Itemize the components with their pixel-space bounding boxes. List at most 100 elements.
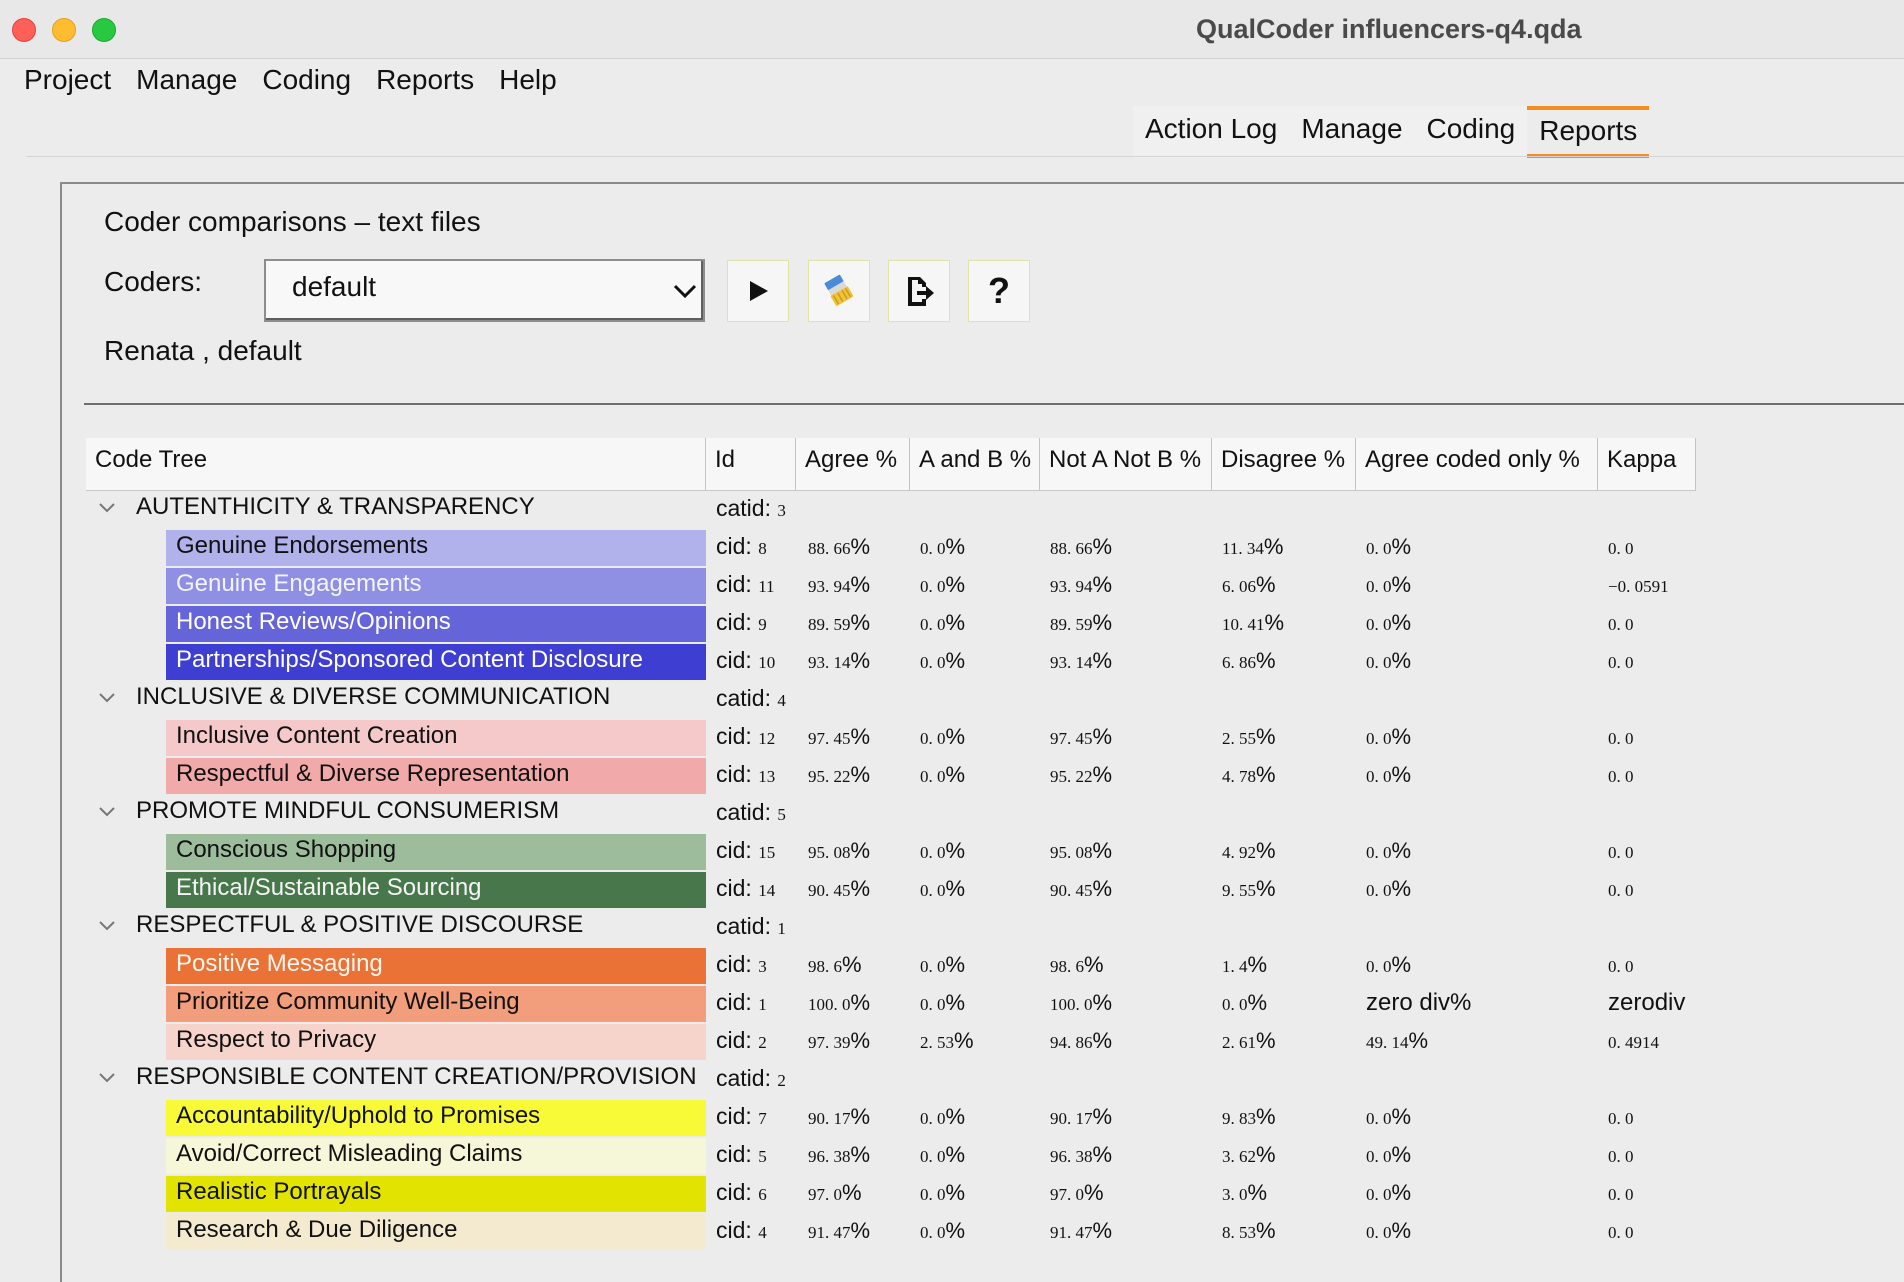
column-header-kappa[interactable]: Kappa — [1598, 438, 1696, 490]
column-header-agree[interactable]: Agree % — [796, 438, 910, 490]
cell-notab: 91. 47% — [1050, 1218, 1113, 1243]
code-id: cid: 5 — [716, 1141, 767, 1167]
cell-agree: 89. 59% — [808, 610, 871, 635]
cell-agree-coded: 0. 0% — [1366, 1218, 1412, 1243]
cell-agree: 88. 66% — [808, 534, 871, 559]
cell-disagree: 6. 06% — [1222, 572, 1276, 597]
column-header-a-and-b[interactable]: A and B % — [910, 438, 1040, 490]
code-row-realistic-portrayals[interactable]: Realistic Portrayals cid: 6 97. 0% 0. 0% 97.… — [86, 1176, 1786, 1214]
category-name: RESPECTFUL & POSITIVE DISCOURSE — [136, 911, 584, 938]
export-button[interactable] — [888, 260, 950, 322]
window-title: QualCoder influencers-q4.qda — [1196, 14, 1582, 44]
tab-coding[interactable]: Coding — [1414, 106, 1528, 158]
code-row-respectful-and-diverse-representation[interactable]: Respectful & Diverse Representation cid: … — [86, 758, 1786, 796]
cell-agree-coded: 0. 0% — [1366, 762, 1412, 787]
code-name: Genuine Engagements — [176, 570, 422, 597]
code-name: Conscious Shopping — [176, 836, 397, 863]
code-id: cid: 15 — [716, 837, 776, 863]
menu-manage[interactable]: Manage — [136, 58, 237, 108]
tab-manage[interactable]: Manage — [1289, 106, 1415, 158]
code-row-genuine-engagements[interactable]: Genuine Engagements cid: 11 93. 94% 0. 0% 93… — [86, 568, 1786, 606]
cell-ab: 0. 0% — [920, 990, 966, 1015]
cell-agree-coded: 0. 0% — [1366, 648, 1412, 673]
category-name: AUTENTHICITY & TRANSPARENCY — [136, 493, 535, 520]
category-id: catid: 4 — [716, 685, 786, 711]
code-row-prioritize-community-well-being[interactable]: Prioritize Community Well-Being cid: 1 100… — [86, 986, 1786, 1024]
chevron-down-icon[interactable] — [98, 918, 116, 932]
menu-help[interactable]: Help — [499, 58, 557, 108]
cell-disagree: 11. 34% — [1222, 534, 1284, 559]
cell-agree: 95. 22% — [808, 762, 871, 787]
cell-kappa: 0. 0 — [1608, 539, 1634, 558]
svg-text:?: ? — [988, 273, 1010, 309]
clear-button[interactable] — [808, 260, 870, 322]
code-row-inclusive-content-creation[interactable]: Inclusive Content Creation cid: 12 97. 45%… — [86, 720, 1786, 758]
chevron-down-icon[interactable] — [98, 690, 116, 704]
code-name: Positive Messaging — [176, 950, 383, 977]
code-id: cid: 12 — [716, 723, 776, 749]
column-header-code-tree[interactable]: Code Tree — [86, 438, 706, 490]
category-id: catid: 3 — [716, 495, 786, 521]
column-header-id[interactable]: Id — [706, 438, 796, 490]
column-header-agree-coded-only[interactable]: Agree coded only % — [1356, 438, 1598, 490]
minimize-window-button[interactable] — [52, 18, 76, 42]
column-header-not-a-not-b[interactable]: Not A Not B % — [1040, 438, 1212, 490]
cell-ab: 0. 0% — [920, 876, 966, 901]
cell-agree-coded: 0. 0% — [1366, 534, 1412, 559]
tab-action-log[interactable]: Action Log — [1133, 106, 1290, 158]
cell-ab: 0. 0% — [920, 534, 966, 559]
cell-kappa: −0. 0591 — [1608, 577, 1669, 596]
category-row-respectful-and-positive-discourse[interactable]: RESPECTFUL & POSITIVE DISCOURSE catid: 1 — [86, 910, 1786, 948]
code-name: Inclusive Content Creation — [176, 722, 458, 749]
divider — [84, 403, 1904, 405]
column-header-disagree[interactable]: Disagree % — [1212, 438, 1356, 490]
help-button[interactable]: ? — [968, 260, 1030, 322]
run-button[interactable] — [727, 260, 789, 322]
code-row-avoid-correct-misleading-claims[interactable]: Avoid/Correct Misleading Claims cid: 5 96.… — [86, 1138, 1786, 1176]
menu-project[interactable]: Project — [24, 58, 111, 108]
code-row-research-and-due-diligence[interactable]: Research & Due Diligence cid: 4 91. 47% 0. … — [86, 1214, 1786, 1252]
cell-ab: 0. 0% — [920, 648, 966, 673]
cell-notab: 95. 08% — [1050, 838, 1113, 863]
cell-agree: 100. 0% — [808, 990, 871, 1015]
code-row-conscious-shopping[interactable]: Conscious Shopping cid: 15 95. 08% 0. 0% 95.… — [86, 834, 1786, 872]
code-row-partnerships-sponsored-content-disclosure[interactable]: Partnerships/Sponsored Content Disclosur… — [86, 644, 1786, 682]
code-name: Accountability/Uphold to Promises — [176, 1102, 541, 1129]
menu-reports[interactable]: Reports — [376, 58, 474, 108]
close-window-button[interactable] — [12, 18, 36, 42]
cell-agree: 91. 47% — [808, 1218, 871, 1243]
code-row-respect-to-privacy[interactable]: Respect to Privacy cid: 2 97. 39% 2. 53% 94.… — [86, 1024, 1786, 1062]
category-name: INCLUSIVE & DIVERSE COMMUNICATION — [136, 683, 611, 710]
menu-coding[interactable]: Coding — [262, 58, 351, 108]
code-id: cid: 11 — [716, 571, 775, 597]
chevron-down-icon[interactable] — [98, 804, 116, 818]
chevron-down-icon[interactable] — [98, 1070, 116, 1084]
cell-agree-coded: zero div% — [1366, 989, 1472, 1016]
cell-ab: 0. 0% — [920, 724, 966, 749]
cell-agree-coded: 0. 0% — [1366, 610, 1412, 635]
code-id: cid: 6 — [716, 1179, 767, 1205]
cell-notab: 95. 22% — [1050, 762, 1113, 787]
cell-ab: 0. 0% — [920, 762, 966, 787]
tab-reports[interactable]: Reports — [1527, 106, 1650, 158]
category-row-inclusive-and-diverse-communication[interactable]: INCLUSIVE & DIVERSE COMMUNICATION catid: … — [86, 682, 1786, 720]
cell-agree: 95. 08% — [808, 838, 871, 863]
cell-notab: 93. 94% — [1050, 572, 1113, 597]
code-row-positive-messaging[interactable]: Positive Messaging cid: 3 98. 6% 0. 0% 98. 6… — [86, 948, 1786, 986]
code-id: cid: 4 — [716, 1217, 767, 1243]
tab-separator — [26, 156, 1904, 157]
zoom-window-button[interactable] — [92, 18, 116, 42]
cell-ab: 0. 0% — [920, 610, 966, 635]
code-row-honest-reviews-opinions[interactable]: Honest Reviews/Opinions cid: 9 89. 59% 0. 0… — [86, 606, 1786, 644]
category-row-promote-mindful-consumerism[interactable]: PROMOTE MINDFUL CONSUMERISM catid: 5 — [86, 796, 1786, 834]
category-row-responsible-content-creation-provision[interactable]: RESPONSIBLE CONTENT CREATION/PROVISION ca… — [86, 1062, 1786, 1100]
category-row-autenthicity-and-transparency[interactable]: AUTENTHICITY & TRANSPARENCY catid: 3 — [86, 492, 1786, 530]
code-row-accountability-uphold-to-promises[interactable]: Accountability/Uphold to Promises cid: 7 9… — [86, 1100, 1786, 1138]
category-id: catid: 2 — [716, 1065, 786, 1091]
code-row-genuine-endorsements[interactable]: Genuine Endorsements cid: 8 88. 66% 0. 0% 88… — [86, 530, 1786, 568]
chevron-down-icon[interactable] — [98, 500, 116, 514]
title-bar: QualCoder influencers-q4.qda — [0, 0, 1904, 59]
coders-select[interactable]: default — [264, 259, 705, 322]
code-row-ethical-sustainable-sourcing[interactable]: Ethical/Sustainable Sourcing cid: 14 90. 4… — [86, 872, 1786, 910]
cell-disagree: 4. 78% — [1222, 762, 1276, 787]
